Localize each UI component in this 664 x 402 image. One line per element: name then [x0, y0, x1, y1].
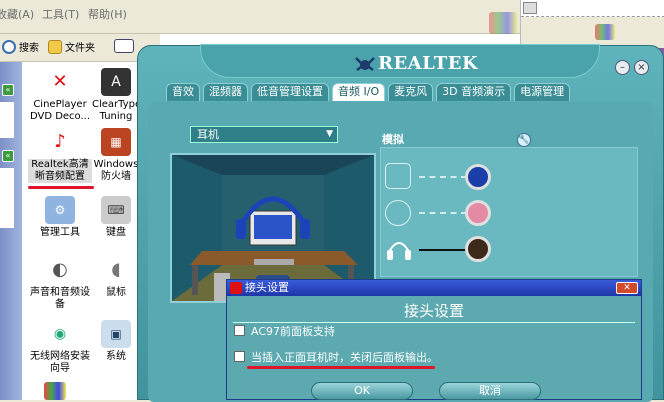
folder-icon	[48, 39, 62, 54]
dialog-heading: 接头设置	[403, 302, 464, 320]
close-button[interactable]: ×	[634, 60, 649, 75]
cp-item-label: ClearType Tuning	[92, 99, 140, 122]
dialog-titlebar: 接头设置 ✕	[227, 280, 641, 296]
disable-rear-checkbox[interactable]	[234, 351, 245, 362]
background-window	[489, 0, 664, 48]
window-strip	[521, 0, 664, 17]
folders-button[interactable]: 文件夹	[48, 39, 95, 54]
tab-power[interactable]: 电源管理	[514, 83, 571, 101]
connector-settings-dialog: 接头设置 ✕ 接头设置 AC97前面板支持 当插入正面耳机时，关闭后面板输出。 …	[226, 279, 642, 400]
toolbar: 搜索 文件夹	[0, 34, 160, 62]
tab-3d-demo[interactable]: 3D 音频演示	[436, 83, 512, 101]
cp-item-label: 系统	[106, 351, 126, 362]
task-pane-section	[0, 168, 14, 228]
jack-headphone[interactable]	[465, 236, 491, 262]
task-pane: « «	[0, 62, 22, 400]
cp-item-label: CinePlayer DVD Deco...	[29, 99, 91, 122]
cancel-button[interactable]: 取消	[439, 382, 541, 400]
microphone-icon	[385, 200, 411, 226]
views-button[interactable]	[114, 39, 134, 53]
cp-item-label: 声音和音频设备	[30, 287, 90, 310]
analog-label: 模拟	[382, 133, 404, 146]
device-select[interactable]: 耳机 ▼	[190, 126, 338, 143]
cp-item-cineplayer[interactable]: ✕ CinePlayer DVD Deco...	[28, 68, 92, 123]
jack-microphone[interactable]	[465, 200, 491, 226]
tab-audio-io[interactable]: 音频 I/O	[332, 83, 386, 101]
cineplayer-icon: ✕	[52, 71, 68, 92]
keyboard-icon: ⌨	[101, 196, 131, 224]
cp-item-system[interactable]: ▣ 系统	[92, 320, 140, 363]
cp-item-label: 无线网络安装向导	[30, 351, 90, 374]
task-pane-section	[0, 102, 14, 138]
tab-effects[interactable]: 音效	[166, 83, 200, 101]
menu-tools[interactable]: 工具(T)	[42, 6, 79, 22]
ok-button[interactable]: OK	[311, 382, 413, 400]
windows-logo-icon	[595, 24, 615, 40]
realtek-icon	[230, 282, 242, 294]
cp-item-label: 管理工具	[40, 227, 80, 238]
analog-jacks-panel	[380, 147, 638, 277]
folders-label: 文件夹	[65, 43, 95, 54]
mouse-icon: ◖	[111, 259, 121, 280]
minimize-button[interactable]: –	[615, 60, 630, 75]
close-button[interactable]: ✕	[616, 282, 638, 294]
speaker-icon: ◐	[52, 259, 68, 280]
ac97-label: AC97前面板支持	[251, 325, 336, 338]
cp-item-admin-tools[interactable]: ⚙ 管理工具	[28, 196, 92, 239]
cp-item-keyboard[interactable]: ⌨ 键盘	[92, 196, 140, 239]
annotation-underline	[28, 186, 94, 189]
cp-item-mouse[interactable]: ◖ 鼠标	[92, 256, 140, 299]
connector-line	[419, 212, 467, 214]
realtek-crab-icon	[355, 57, 375, 71]
views-icon	[114, 39, 134, 53]
line-in-icon	[385, 163, 411, 189]
chevron-down-icon: ▼	[326, 129, 333, 139]
tab-microphone[interactable]: 麦克风	[388, 83, 434, 101]
connector-settings-button[interactable]: 🔧	[517, 133, 531, 147]
close-icon[interactable]	[523, 2, 537, 14]
cp-item-wireless[interactable]: ◉ 无线网络安装向导	[28, 320, 92, 375]
menu-bar: 收藏(A) 工具(T) 帮助(H)	[0, 0, 520, 34]
cp-item-cleartype[interactable]: A ClearType Tuning	[92, 68, 140, 123]
cp-item-realtek[interactable]: ♪ Realtek高清晰音频配置	[28, 128, 92, 183]
disable-rear-label: 当插入正面耳机时，关闭后面板输出。	[251, 351, 438, 364]
chevron-up-icon[interactable]: «	[2, 150, 14, 162]
tab-bar: 音效 混频器 低音管理设置 音频 I/O 麦克风 3D 音频演示 电源管理	[166, 83, 664, 101]
search-label: 搜索	[19, 43, 39, 54]
jack-line-in[interactable]	[465, 164, 491, 190]
cp-item-sound[interactable]: ◐ 声音和音频设备	[28, 256, 92, 311]
cp-item-label: 键盘	[106, 227, 126, 238]
chevron-up-icon[interactable]: «	[2, 84, 14, 96]
admin-tools-icon: ⚙	[45, 196, 75, 224]
cp-item-label: 鼠标	[106, 287, 126, 298]
system-icon: ▣	[101, 320, 131, 348]
headphones-icon	[387, 242, 411, 260]
search-icon	[2, 39, 16, 54]
connector-line	[419, 249, 467, 251]
windows-logo-icon	[489, 12, 517, 34]
wireless-icon: ◉	[53, 326, 67, 342]
device-select-value: 耳机	[197, 128, 219, 141]
firewall-icon: ▦	[101, 128, 131, 156]
tab-mixer[interactable]: 混频器	[203, 83, 248, 101]
ac97-checkbox[interactable]	[234, 325, 245, 336]
search-button[interactable]: 搜索	[2, 39, 39, 54]
realtek-icon: ♪	[54, 131, 66, 152]
cleartype-icon: A	[101, 68, 131, 96]
annotation-underline	[247, 366, 435, 369]
connector-line	[419, 176, 467, 178]
brand-logo: REALTEK	[378, 53, 479, 74]
cp-item-label: Realtek高清晰音频配置	[28, 159, 92, 183]
tab-bass[interactable]: 低音管理设置	[251, 83, 329, 101]
menu-help[interactable]: 帮助(H)	[88, 6, 127, 22]
cp-item-firewall[interactable]: ▦ Windows 防火墙	[92, 128, 140, 183]
dialog-title: 接头设置	[245, 281, 289, 294]
cp-item-label: Windows 防火墙	[93, 159, 139, 182]
windows-logo-icon	[44, 382, 66, 400]
menu-favorites[interactable]: 收藏(A)	[0, 6, 34, 22]
